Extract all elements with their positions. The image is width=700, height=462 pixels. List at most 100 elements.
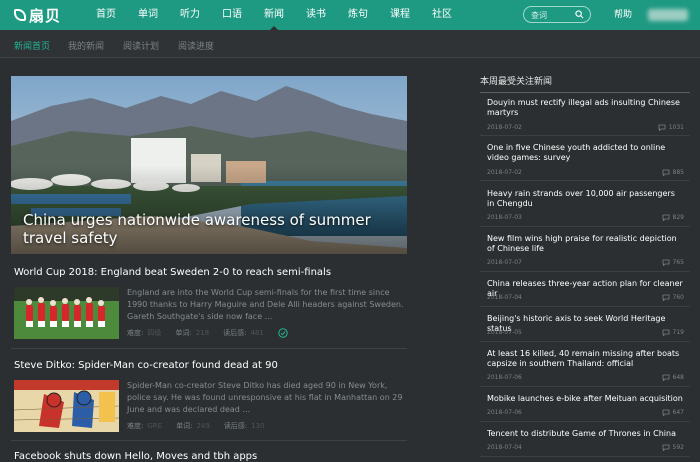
comment-icon [662,444,669,451]
nav-item-sentences[interactable]: 炼句 [348,0,368,30]
sidebar-news-comments: 760 [662,294,684,301]
sidebar-news-item[interactable]: Beijing's historic axis to seek World He… [480,314,690,342]
search-icon[interactable] [575,10,584,19]
sidebar-news-comments: 648 [662,374,684,381]
user-avatar[interactable] [648,9,688,21]
words-value: 218 [195,329,210,337]
sidebar-news-comments: 647 [662,409,684,416]
words-label: 单词: [176,422,193,430]
comment-icon [662,214,669,221]
article-summary: Spider-Man co-creator Steve Ditko has di… [127,381,403,414]
comment-icon [658,124,666,131]
difficulty-value: GRE [147,422,163,430]
sidebar-news-date: 2018-07-02 [487,169,522,176]
article-thumbnail[interactable] [14,380,119,432]
comment-count: 829 [672,214,684,221]
sidebar-news-comments: 765 [662,259,684,266]
subnav-reading-plan[interactable]: 阅读计划 [123,39,159,52]
sidebar-news-item[interactable]: Douyin must rectify illegal ads insultin… [480,98,690,136]
comment-icon [662,259,669,266]
sidebar-news-item[interactable]: At least 16 killed, 40 remain missing af… [480,349,690,387]
sidebar-divider [480,92,690,93]
article-title[interactable]: Facebook shuts down Hello, Moves and tbh… [14,451,406,462]
sidebar-news-date: 2018-07-06 [487,374,522,381]
sidebar-news-date: 2018-07-02 [487,124,522,131]
sidebar-news-title[interactable]: Mobike launches e-bike after Meituan acq… [487,394,683,404]
comment-count: 648 [672,374,684,381]
sidebar-news-title[interactable]: New film wins high praise for realistic … [487,234,683,254]
sidebar-news-comments: 719 [662,329,684,336]
difficulty-label: 难度: [127,329,144,337]
comment-icon [662,329,669,336]
nav-item-reading[interactable]: 读书 [306,0,326,30]
comment-count: 647 [672,409,684,416]
nav-item-community[interactable]: 社区 [432,0,452,30]
nav-item-courses[interactable]: 课程 [390,0,410,30]
article-divider [11,348,407,349]
hero-featured-article[interactable]: China urges nationwide awareness of summ… [11,76,407,254]
article-item: World Cup 2018: England beat Sweden 2-0 … [14,267,406,347]
article-title[interactable]: World Cup 2018: England beat Sweden 2-0 … [14,267,406,279]
comment-icon [662,374,669,381]
readers-label: 读后感: [223,422,248,430]
search-input[interactable] [531,9,577,21]
comment-count: 719 [672,329,684,336]
sidebar-news-date: 2018-07-03 [487,214,522,221]
comment-icon [662,294,669,301]
sub-navbar: 新闻首页 我的新闻 阅读计划 阅读进度 [0,30,700,58]
comment-count: 765 [672,259,684,266]
nav-item-home[interactable]: 首页 [96,0,116,30]
subnav-news-home[interactable]: 新闻首页 [14,39,50,52]
difficulty-value: 四级 [147,329,162,337]
comment-count: 1031 [668,124,684,131]
comment-count: 592 [672,444,684,451]
sidebar-news-item[interactable]: New film wins high praise for realistic … [480,234,690,272]
words-label: 单词: [175,329,192,337]
sidebar-news-item[interactable]: Tencent to distribute Game of Thrones in… [480,429,690,457]
article-item: Facebook shuts down Hello, Moves and tbh… [14,451,406,462]
logo-text: 扇贝 [29,6,62,25]
readers-label: 读后感: [223,329,247,337]
sidebar-news-date: 2018-07-06 [487,409,522,416]
readers-value: 481 [250,329,264,337]
sidebar-news-date: 2018-07-04 [487,294,522,301]
comment-icon [662,409,669,416]
nav-item-listening[interactable]: 听力 [180,0,200,30]
sidebar-news-comments: 1031 [658,124,684,131]
help-link[interactable]: 帮助 [614,0,632,30]
article-title[interactable]: Steve Ditko: Spider-Man co-creator found… [14,360,406,372]
sidebar-news-title[interactable]: Tencent to distribute Game of Thrones in… [487,429,683,439]
sidebar-news-title[interactable]: Heavy rain strands over 10,000 air passe… [487,189,683,209]
logo[interactable]: 扇贝 [14,5,61,25]
sidebar-news-comments: 829 [662,214,684,221]
sidebar-news-title[interactable]: Douyin must rectify illegal ads insultin… [487,98,683,118]
sidebar-news-item[interactable]: Mobike launches e-bike after Meituan acq… [480,394,690,422]
hero-title[interactable]: China urges nationwide awareness of summ… [23,211,403,247]
main-nav: 首页 单词 听力 口语 新闻 读书 炼句 课程 社区 [96,0,474,30]
nav-item-speaking[interactable]: 口语 [222,0,242,30]
sidebar-news-date: 2018-07-04 [487,444,522,451]
shanbay-logo-icon [14,9,26,21]
words-value: 249 [196,422,210,430]
nav-item-words[interactable]: 单词 [138,0,158,30]
comment-count: 760 [672,294,684,301]
article-item: Steve Ditko: Spider-Man co-creator found… [14,360,406,440]
sidebar-news-item[interactable]: China releases three-year action plan fo… [480,279,690,307]
subnav-reading-progress[interactable]: 阅读进度 [178,39,214,52]
subnav-my-news[interactable]: 我的新闻 [68,39,104,52]
sidebar-news-date: 2018-07-05 [487,329,522,336]
sidebar-news-date: 2018-07-07 [487,259,522,266]
nav-item-news[interactable]: 新闻 [264,0,284,30]
comment-count: 885 [672,169,684,176]
sidebar-news-item[interactable]: Heavy rain strands over 10,000 air passe… [480,189,690,227]
article-meta: 难度: 四级 单词: 218 读后感: 481 [127,328,288,338]
sidebar-news-title[interactable]: At least 16 killed, 40 remain missing af… [487,349,683,369]
search-box [523,6,591,23]
sidebar-news-item[interactable]: One in five Chinese youth addicted to on… [480,143,690,181]
article-meta: 难度: GRE 单词: 249 读后感: 130 [127,421,279,431]
sidebar-news-title[interactable]: One in five Chinese youth addicted to on… [487,143,683,163]
article-summary: England are into the World Cup semi-fina… [127,288,404,321]
article-thumbnail[interactable] [14,287,119,339]
readers-value: 130 [251,422,265,430]
sidebar-title: 本周最受关注新闻 [480,77,553,87]
